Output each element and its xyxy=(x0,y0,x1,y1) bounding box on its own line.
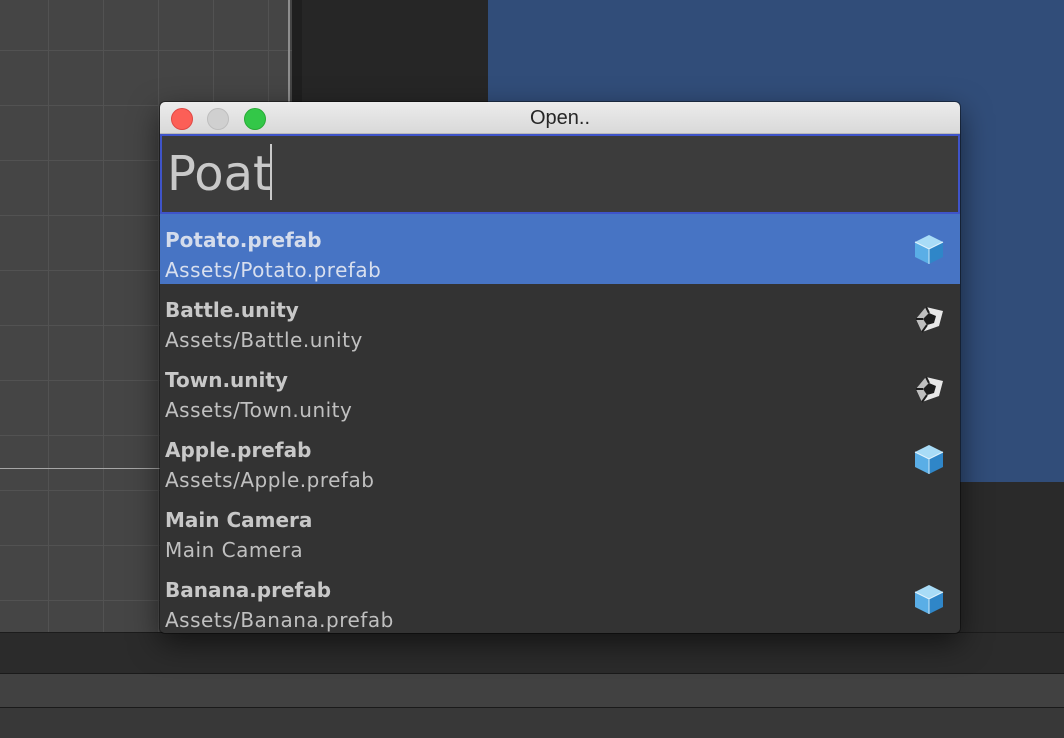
result-path: Assets/Potato.prefab xyxy=(165,258,382,282)
unity-scene-icon xyxy=(912,302,946,336)
prefab-cube-icon xyxy=(912,582,946,616)
search-box[interactable] xyxy=(160,134,960,214)
open-dialog: Open.. Potato.prefab Assets/Potato.prefa… xyxy=(160,102,960,633)
result-item[interactable]: Potato.prefab Assets/Potato.prefab xyxy=(160,214,960,284)
result-path: Assets/Apple.prefab xyxy=(165,468,375,492)
status-bar xyxy=(0,708,1064,738)
result-item[interactable]: Main Camera Main Camera xyxy=(160,494,960,564)
result-name: Potato.prefab xyxy=(165,228,322,252)
result-item[interactable]: Battle.unity Assets/Battle.unity xyxy=(160,284,960,354)
search-input[interactable] xyxy=(162,136,958,212)
window-title: Open.. xyxy=(529,107,591,129)
prefab-cube-icon xyxy=(912,232,946,266)
result-name: Battle.unity xyxy=(165,298,299,322)
result-path: Assets/Town.unity xyxy=(165,398,353,422)
prefab-cube-icon xyxy=(912,442,946,476)
result-name: Main Camera xyxy=(165,508,313,532)
result-item[interactable]: Banana.prefab Assets/Banana.prefab xyxy=(160,564,960,633)
result-name: Town.unity xyxy=(165,368,288,392)
result-path: Main Camera xyxy=(165,538,304,562)
result-item[interactable]: Town.unity Assets/Town.unity xyxy=(160,354,960,424)
result-path: Assets/Battle.unity xyxy=(165,328,363,352)
bottom-panel xyxy=(0,632,1064,673)
result-path: Assets/Banana.prefab xyxy=(165,608,394,632)
bottom-toolbar xyxy=(0,673,1064,709)
results-list: Potato.prefab Assets/Potato.prefab Battl… xyxy=(160,214,960,633)
unity-editor: Open.. Potato.prefab Assets/Potato.prefa… xyxy=(0,0,1064,738)
dialog-titlebar[interactable]: Open.. xyxy=(160,102,960,134)
result-name: Apple.prefab xyxy=(165,438,312,462)
unity-scene-icon xyxy=(912,372,946,406)
text-caret xyxy=(270,144,272,200)
result-name: Banana.prefab xyxy=(165,578,332,602)
result-item[interactable]: Apple.prefab Assets/Apple.prefab xyxy=(160,424,960,494)
